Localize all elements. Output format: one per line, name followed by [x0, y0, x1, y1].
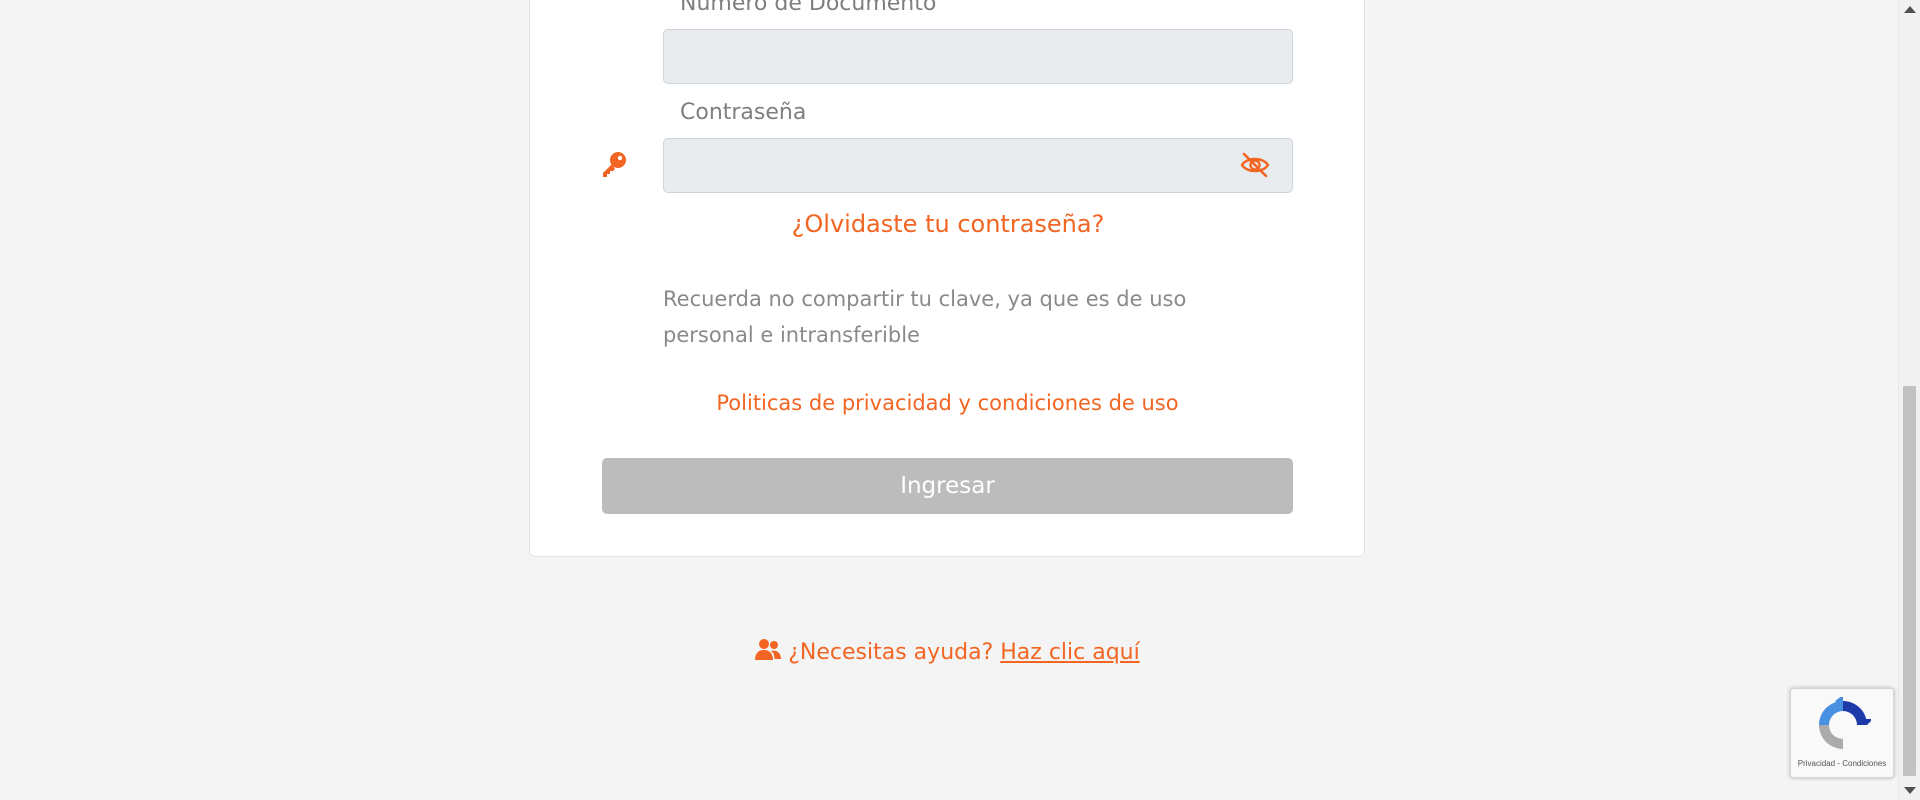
vertical-scrollbar[interactable] — [1898, 0, 1920, 800]
recaptcha-links[interactable]: Privacidad - Condiciones — [1791, 759, 1893, 768]
scrollbar-thumb[interactable] — [1903, 386, 1916, 776]
scroll-down-icon[interactable] — [1904, 787, 1916, 794]
security-notice: Recuerda no compartir tu clave, ya que e… — [663, 287, 1187, 347]
help-row: ¿Necesitas ayuda? Haz clic aquí — [0, 638, 1894, 665]
document-number-input[interactable] — [663, 29, 1293, 84]
password-input[interactable] — [663, 138, 1293, 193]
forgot-password-row: ¿Olvidaste tu contraseña? — [633, 210, 1263, 238]
key-icon — [603, 152, 626, 177]
forgot-password-link[interactable]: ¿Olvidaste tu contraseña? — [792, 210, 1105, 238]
help-question: ¿Necesitas ayuda? — [788, 640, 994, 665]
password-label: Contraseña — [680, 100, 807, 125]
users-icon — [755, 639, 782, 660]
scroll-up-icon[interactable] — [1904, 6, 1916, 13]
recaptcha-badge[interactable]: Privacidad - Condiciones — [1790, 688, 1894, 778]
eye-slash-icon[interactable] — [1239, 150, 1271, 180]
document-number-label: Número de Documento — [680, 0, 937, 16]
login-card: Número de Documento Contraseña ¿Olvidast… — [529, 0, 1365, 557]
privacy-policy-link[interactable]: Politicas de privacidad y condiciones de… — [716, 391, 1178, 415]
recaptcha-logo-icon — [1819, 697, 1871, 749]
help-link[interactable]: Haz clic aquí — [1000, 640, 1139, 665]
privacy-row: Politicas de privacidad y condiciones de… — [602, 391, 1293, 415]
login-page: Número de Documento Contraseña ¿Olvidast… — [0, 0, 1920, 800]
submit-button[interactable]: Ingresar — [602, 458, 1293, 514]
